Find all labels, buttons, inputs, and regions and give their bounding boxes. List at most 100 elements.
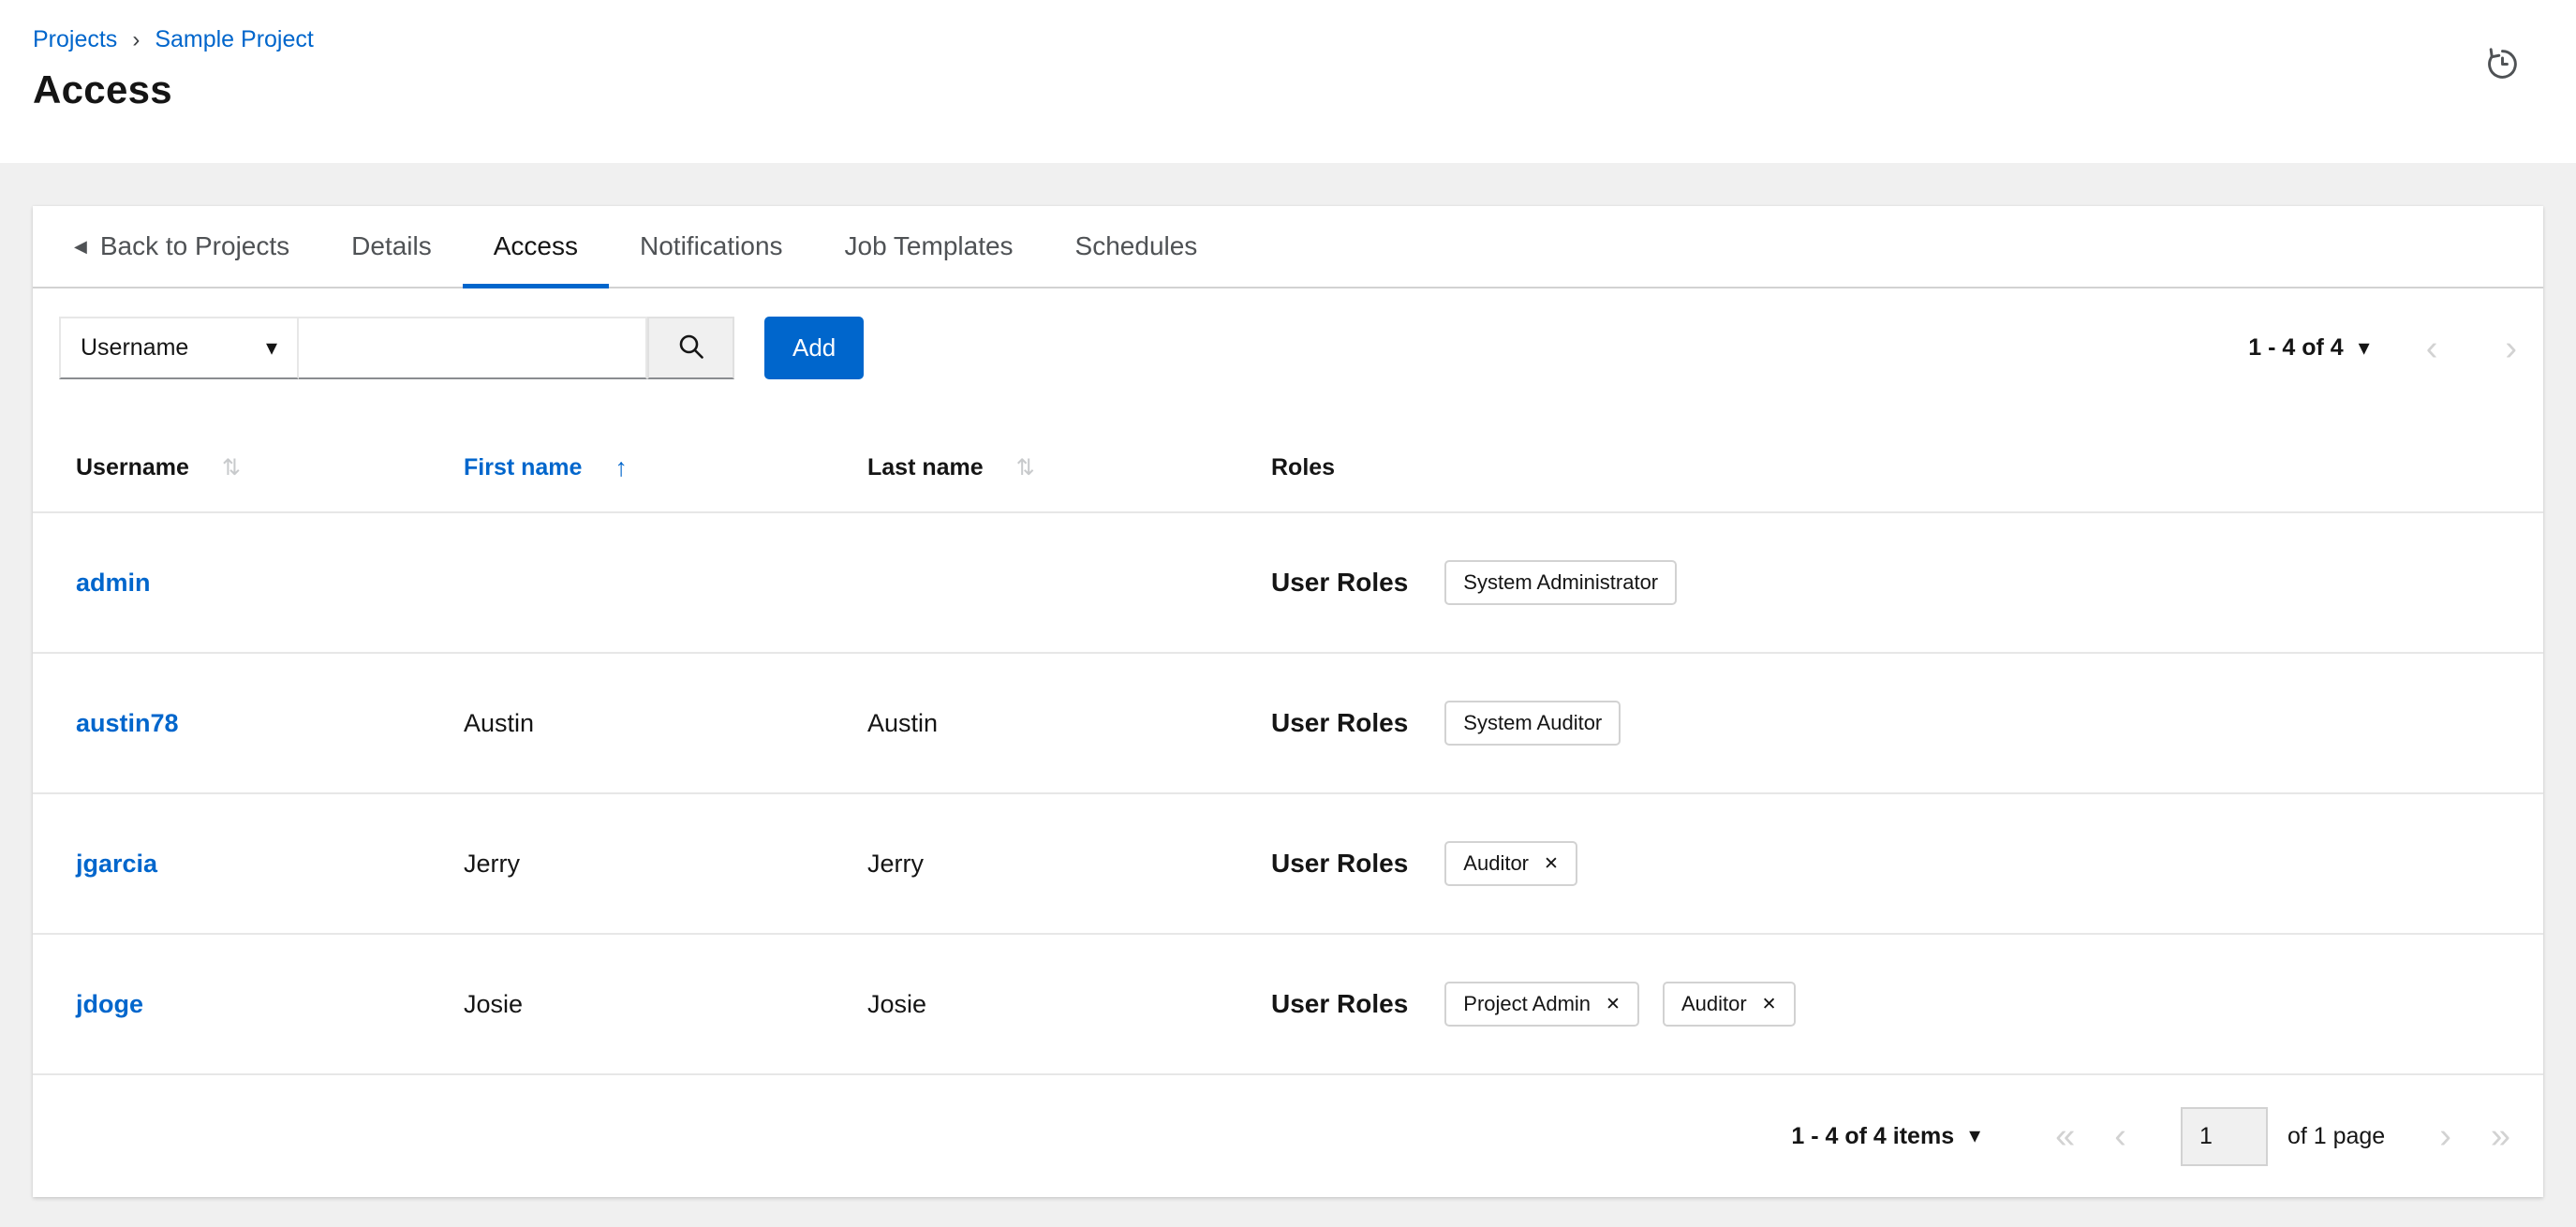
first-name-cell: Jerry: [464, 849, 520, 878]
role-chip: Auditor ✕: [1444, 841, 1577, 886]
role-chip-label: Project Admin: [1463, 992, 1591, 1015]
search-group: [299, 317, 734, 379]
card-footer: 1 - 4 of 4 items ▾ « ‹ of 1 page › »: [33, 1073, 2543, 1197]
role-chip: Auditor ✕: [1662, 982, 1796, 1027]
role-chip: System Administrator: [1444, 560, 1678, 605]
user-roles-label: User Roles: [1271, 708, 1409, 737]
filter-type-dropdown[interactable]: Username ▾: [59, 317, 299, 379]
caret-down-icon: ▾: [265, 334, 277, 361]
column-header-first-name: First name ↑: [464, 453, 867, 482]
column-header-last-name: Last name ⇅: [867, 454, 1271, 481]
table-row: jgarcia Jerry Jerry User Roles Auditor ✕: [33, 792, 2543, 933]
column-header-username: Username ⇅: [76, 454, 464, 481]
table-row: austin78 Austin Austin User Roles System…: [33, 652, 2543, 792]
back-arrow-icon: ◀: [74, 237, 87, 256]
breadcrumb-link-sample-project[interactable]: Sample Project: [155, 26, 314, 53]
angle-double-right-icon: »: [2490, 1116, 2510, 1156]
first-name-cell: Austin: [464, 708, 535, 737]
last-page-button[interactable]: »: [2491, 1118, 2510, 1154]
column-label: Roles: [1271, 454, 1336, 480]
page-header: Projects › Sample Project Access: [0, 0, 2576, 163]
remove-role-button[interactable]: ✕: [1606, 996, 1621, 1013]
role-chip-label: Auditor: [1463, 851, 1530, 875]
role-chips: Auditor ✕: [1444, 841, 1577, 886]
column-label: First name: [464, 454, 583, 480]
caret-down-icon: ▾: [1969, 1123, 1981, 1148]
tab-schedules[interactable]: Schedules: [1044, 206, 1229, 287]
tab-bar: ◀ Back to Projects Details Access Notifi…: [33, 206, 2543, 288]
role-chip-label: System Auditor: [1463, 711, 1603, 734]
sort-arrows-icon: ⇅: [221, 455, 242, 480]
last-name-cell: Josie: [867, 989, 927, 1018]
content-background: ◀ Back to Projects Details Access Notifi…: [0, 163, 2576, 1227]
sort-ascending-icon: ↑: [614, 453, 628, 481]
roles-cell: User Roles Project Admin ✕ Auditor ✕: [1271, 982, 2543, 1027]
tab-details[interactable]: Details: [320, 206, 463, 287]
search-input[interactable]: [299, 317, 647, 379]
sort-by-first-name[interactable]: First name ↑: [464, 453, 628, 482]
username-link[interactable]: jgarcia: [76, 850, 157, 878]
username-cell: austin78: [76, 709, 464, 738]
page-count-label: of 1 page: [2287, 1122, 2386, 1149]
chevron-right-icon: ›: [2439, 1116, 2451, 1156]
tab-back-label: Back to Projects: [99, 231, 290, 260]
next-page-button[interactable]: ›: [2439, 1118, 2451, 1154]
chevron-left-icon: ‹: [2114, 1116, 2126, 1156]
access-card: ◀ Back to Projects Details Access Notifi…: [33, 206, 2543, 1197]
top-pagination-summary[interactable]: 1 - 4 of 4: [2248, 334, 2343, 362]
tab-access[interactable]: Access: [462, 206, 610, 288]
breadcrumb-separator: ›: [132, 26, 141, 52]
role-chips: System Administrator: [1444, 560, 1678, 605]
sort-arrows-icon: ⇅: [1015, 455, 1035, 480]
previous-page-button[interactable]: ‹: [2114, 1118, 2126, 1154]
tab-job-templates[interactable]: Job Templates: [814, 206, 1044, 287]
username-cell: jdoge: [76, 990, 464, 1019]
remove-role-button[interactable]: ✕: [1544, 855, 1559, 873]
access-table: Username ⇅ First name ↑ Last name ⇅ Role…: [33, 424, 2543, 1073]
column-label: Username: [76, 454, 189, 480]
search-button[interactable]: [647, 317, 734, 379]
caret-down-icon: ▾: [2358, 334, 2370, 361]
page-number-input[interactable]: [2180, 1106, 2268, 1166]
username-cell: admin: [76, 569, 464, 598]
table-row: admin User Roles System Administrator: [33, 511, 2543, 652]
username-link[interactable]: admin: [76, 569, 151, 597]
next-page-button[interactable]: ›: [2505, 331, 2517, 366]
column-header-roles: Roles: [1271, 454, 2543, 481]
sort-by-last-name[interactable]: Last name ⇅: [867, 454, 1035, 481]
activity-stream-button[interactable]: [2481, 43, 2524, 88]
username-link[interactable]: jdoge: [76, 990, 143, 1018]
history-icon: [2485, 48, 2520, 84]
breadcrumb-link-projects[interactable]: Projects: [33, 26, 117, 53]
remove-role-button[interactable]: ✕: [1762, 996, 1777, 1013]
first-name-cell: Josie: [464, 989, 524, 1018]
user-roles-label: User Roles: [1271, 849, 1409, 878]
roles-cell: User Roles System Auditor: [1271, 701, 2543, 746]
role-chips: System Auditor: [1444, 701, 1621, 746]
roles-cell: User Roles Auditor ✕: [1271, 841, 2543, 886]
filter-type-selected: Username: [81, 334, 189, 361]
role-chip: System Auditor: [1444, 701, 1621, 746]
table-header-row: Username ⇅ First name ↑ Last name ⇅ Role…: [33, 424, 2543, 511]
bottom-pagination: 1 - 4 of 4 items ▾ « ‹ of 1 page › »: [1791, 1105, 2510, 1168]
sort-by-username[interactable]: Username ⇅: [76, 454, 241, 481]
role-chip-label: System Administrator: [1463, 570, 1659, 594]
add-button[interactable]: Add: [764, 317, 865, 379]
breadcrumb: Projects › Sample Project: [33, 26, 2576, 53]
table-row: jdoge Josie Josie User Roles Project Adm…: [33, 933, 2543, 1073]
access-page: Projects › Sample Project Access ◀ Back …: [0, 0, 2576, 1227]
items-per-page-summary[interactable]: 1 - 4 of 4 items: [1791, 1123, 1954, 1150]
role-chips: Project Admin ✕ Auditor ✕: [1444, 982, 1796, 1027]
username-cell: jgarcia: [76, 850, 464, 879]
toolbar-left: Username ▾ Add: [59, 317, 865, 379]
column-label: Last name: [867, 454, 984, 480]
username-link[interactable]: austin78: [76, 709, 179, 737]
page-title: Access: [33, 67, 172, 111]
search-icon: [677, 333, 705, 363]
toolbar: Username ▾ Add 1 - 4 of 4 ▾ ‹ ›: [33, 288, 2543, 424]
tab-back-to-projects[interactable]: ◀ Back to Projects: [43, 206, 320, 287]
roles-cell: User Roles System Administrator: [1271, 560, 2543, 605]
previous-page-button[interactable]: ‹: [2426, 331, 2438, 366]
first-page-button[interactable]: «: [2055, 1118, 2075, 1154]
tab-notifications[interactable]: Notifications: [609, 206, 814, 287]
